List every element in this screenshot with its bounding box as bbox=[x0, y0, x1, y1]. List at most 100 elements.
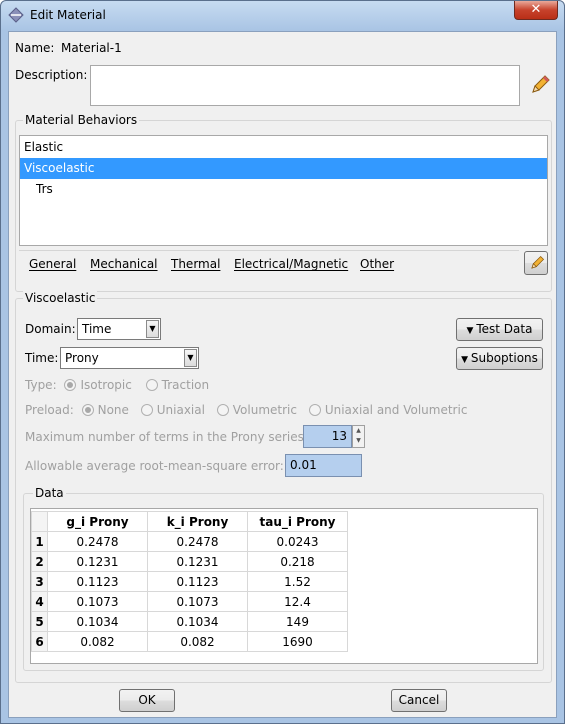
radio-selected-icon bbox=[64, 379, 77, 391]
behavior-item-trs[interactable]: Trs bbox=[20, 179, 547, 200]
data-title: Data bbox=[33, 486, 66, 500]
table-cell[interactable]: 0.1123 bbox=[147, 571, 248, 592]
name-label: Name: bbox=[15, 41, 55, 55]
cancel-button[interactable]: Cancel bbox=[391, 689, 447, 712]
table-cell[interactable]: 0.1073 bbox=[47, 591, 148, 612]
table-row: 4 0.1073 0.1073 12.4 bbox=[31, 591, 348, 612]
rms-error-label: Allowable average root-mean-square error… bbox=[25, 459, 284, 473]
description-field[interactable] bbox=[90, 65, 520, 106]
row-number[interactable]: 4 bbox=[31, 591, 48, 612]
type-isotropic-label: Isotropic bbox=[80, 378, 132, 392]
table-cell[interactable]: 1690 bbox=[247, 631, 348, 652]
radio-icon bbox=[216, 404, 229, 416]
dialog-body: Name: Material-1 Description: Material B… bbox=[8, 31, 557, 718]
menu-thermal[interactable]: Thermal bbox=[171, 257, 220, 271]
rms-error-input[interactable]: 0.01 bbox=[285, 454, 362, 477]
chevron-down-icon: ▼ bbox=[461, 355, 471, 365]
time-select[interactable]: Prony ▼ bbox=[60, 347, 199, 369]
row-number[interactable]: 1 bbox=[31, 531, 48, 552]
test-data-button[interactable]: ▼ Test Data bbox=[456, 318, 543, 341]
type-traction-radio[interactable]: Traction bbox=[145, 378, 210, 392]
column-header-tau-i[interactable]: tau_i Prony bbox=[247, 511, 348, 532]
table-cell[interactable]: 0.0243 bbox=[247, 531, 348, 552]
row-number[interactable]: 3 bbox=[31, 571, 48, 592]
preload-volumetric-radio[interactable]: Volumetric bbox=[216, 403, 297, 417]
preload-uniaxial-volumetric-radio[interactable]: Uniaxial and Volumetric bbox=[308, 403, 468, 417]
max-terms-label: Maximum number of terms in the Prony ser… bbox=[25, 430, 308, 444]
menu-other[interactable]: Other bbox=[360, 257, 394, 271]
table-row: 6 0.082 0.082 1690 bbox=[31, 631, 348, 652]
row-number[interactable]: 2 bbox=[31, 551, 48, 572]
time-value: Prony bbox=[65, 351, 99, 365]
title-bar[interactable]: Edit Material ✕ bbox=[1, 1, 564, 29]
chevron-down-icon: ▼ bbox=[466, 326, 477, 336]
max-terms-spinner[interactable]: ▲ ▼ bbox=[352, 425, 365, 448]
edit-behavior-button[interactable] bbox=[524, 251, 548, 275]
prony-data-table: g_i Prony k_i Prony tau_i Prony 1 0.2478… bbox=[31, 511, 348, 652]
domain-value: Time bbox=[82, 322, 112, 336]
preload-none-label: None bbox=[97, 403, 129, 417]
behavior-menu-bar: General Mechanical Thermal Electrical/Ma… bbox=[19, 250, 519, 278]
name-value: Material-1 bbox=[61, 41, 122, 55]
chevron-down-icon: ▼ bbox=[146, 320, 159, 338]
table-cell[interactable]: 0.2478 bbox=[47, 531, 148, 552]
suboptions-label: Suboptions bbox=[470, 351, 538, 365]
preload-uniaxial-radio[interactable]: Uniaxial bbox=[140, 403, 205, 417]
type-traction-label: Traction bbox=[161, 378, 210, 392]
table-row: 2 0.1231 0.1231 0.218 bbox=[31, 551, 348, 572]
column-header-k-i[interactable]: k_i Prony bbox=[147, 511, 248, 532]
table-cell[interactable]: 0.082 bbox=[147, 631, 248, 652]
table-row: 1 0.2478 0.2478 0.0243 bbox=[31, 531, 348, 552]
table-cell[interactable]: 0.1231 bbox=[147, 551, 248, 572]
menu-mechanical[interactable]: Mechanical bbox=[90, 257, 158, 271]
table-cell[interactable]: 0.1073 bbox=[147, 591, 248, 612]
radio-selected-icon bbox=[81, 404, 94, 416]
max-terms-input[interactable]: 13 bbox=[303, 425, 352, 448]
menu-general[interactable]: General bbox=[29, 257, 76, 271]
behavior-item-viscoelastic[interactable]: Viscoelastic bbox=[20, 158, 547, 179]
table-cell[interactable]: 0.218 bbox=[247, 551, 348, 572]
window-title: Edit Material bbox=[30, 8, 106, 22]
domain-label: Domain: bbox=[25, 322, 76, 336]
table-cell[interactable]: 149 bbox=[247, 611, 348, 632]
suboptions-button[interactable]: ▼ Suboptions bbox=[456, 347, 543, 370]
preload-uniaxial-label: Uniaxial bbox=[156, 403, 205, 417]
type-row: Type: Isotropic Traction bbox=[25, 378, 209, 392]
row-number[interactable]: 6 bbox=[31, 631, 48, 652]
behavior-item-elastic[interactable]: Elastic bbox=[20, 137, 547, 158]
table-cell[interactable]: 0.1034 bbox=[147, 611, 248, 632]
column-header-g-i[interactable]: g_i Prony bbox=[47, 511, 148, 532]
table-cell[interactable]: 0.1231 bbox=[47, 551, 148, 572]
material-behaviors-title: Material Behaviors bbox=[23, 113, 140, 127]
edit-material-window: Edit Material ✕ Name: Material-1 Descrip… bbox=[0, 0, 565, 724]
type-isotropic-radio[interactable]: Isotropic bbox=[64, 378, 132, 392]
preload-uniaxial-volumetric-label: Uniaxial and Volumetric bbox=[324, 403, 468, 417]
table-cell[interactable]: 12.4 bbox=[247, 591, 348, 612]
radio-icon bbox=[145, 379, 158, 391]
preload-volumetric-label: Volumetric bbox=[232, 403, 297, 417]
chevron-down-icon: ▼ bbox=[184, 349, 197, 367]
pencil-icon bbox=[531, 255, 545, 269]
close-button[interactable]: ✕ bbox=[514, 1, 558, 20]
preload-label: Preload: bbox=[25, 403, 74, 417]
table-cell[interactable]: 1.52 bbox=[247, 571, 348, 592]
viscoelastic-title: Viscoelastic bbox=[23, 291, 98, 305]
test-data-label: Test Data bbox=[476, 322, 533, 336]
data-table-area: g_i Prony k_i Prony tau_i Prony 1 0.2478… bbox=[30, 508, 538, 664]
row-number[interactable]: 5 bbox=[31, 611, 48, 632]
material-behaviors-list: Elastic Viscoelastic Trs bbox=[19, 135, 548, 246]
radio-icon bbox=[140, 404, 153, 416]
radio-icon bbox=[308, 404, 321, 416]
table-row: 3 0.1123 0.1123 1.52 bbox=[31, 571, 348, 592]
edit-description-pencil-icon[interactable] bbox=[529, 74, 551, 96]
ok-button[interactable]: OK bbox=[119, 689, 175, 712]
description-label: Description: bbox=[15, 68, 88, 82]
table-cell[interactable]: 0.1123 bbox=[47, 571, 148, 592]
domain-select[interactable]: Time ▼ bbox=[77, 318, 161, 340]
table-cell[interactable]: 0.1034 bbox=[47, 611, 148, 632]
menu-electrical-magnetic[interactable]: Electrical/Magnetic bbox=[234, 257, 348, 271]
table-row: 5 0.1034 0.1034 149 bbox=[31, 611, 348, 632]
preload-none-radio[interactable]: None bbox=[81, 403, 129, 417]
table-cell[interactable]: 0.2478 bbox=[147, 531, 248, 552]
table-cell[interactable]: 0.082 bbox=[47, 631, 148, 652]
